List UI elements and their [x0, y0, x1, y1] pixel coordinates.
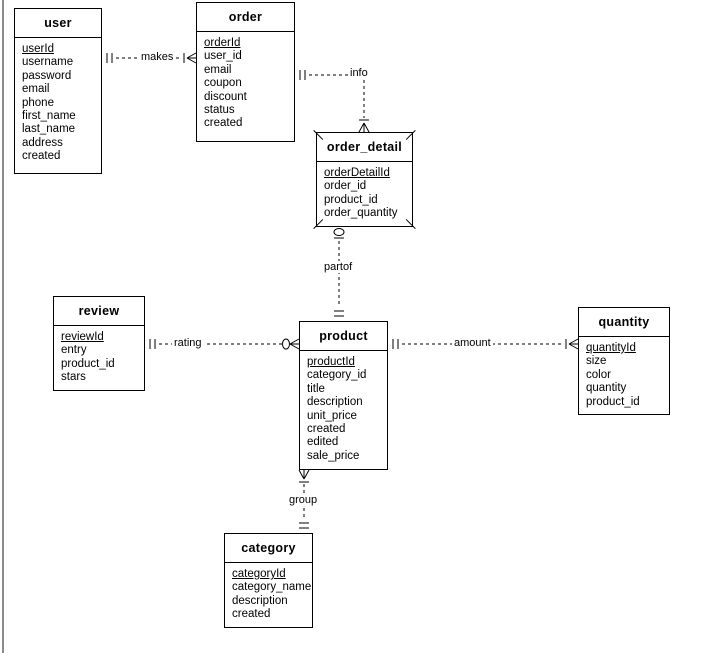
attribute-row[interactable]: description	[307, 396, 387, 409]
cardinality-from-amount	[392, 339, 399, 349]
attribute-row[interactable]: order_id	[324, 180, 412, 193]
optional-circle	[282, 338, 290, 350]
attribute-list-review: reviewId entry product_id stars	[54, 326, 144, 390]
primary-key-attribute[interactable]: orderId	[204, 37, 294, 50]
attribute-row[interactable]: product_id	[324, 194, 412, 207]
cardinality-from-rating	[149, 339, 156, 349]
entity-order_detail[interactable]: order_detail orderDetailId order_id product…	[316, 132, 413, 227]
entity-title-quantity: quantity	[579, 308, 669, 337]
optional-circle	[333, 228, 345, 236]
attribute-row[interactable]: address	[22, 137, 101, 150]
attribute-row[interactable]: quantity	[586, 382, 669, 395]
cardinality-from-partof	[333, 228, 345, 239]
entity-title-order_detail: order_detail	[317, 133, 412, 162]
attribute-list-product: productId category_id title description unit…	[300, 351, 387, 468]
relationship-label-info[interactable]: info	[348, 67, 370, 79]
relationship-label-partof[interactable]: partof	[322, 261, 355, 273]
entity-category[interactable]: category categoryId category_name descripti…	[224, 533, 313, 628]
primary-key-attribute[interactable]: quantityId	[586, 342, 669, 355]
cardinality-to-amount	[565, 338, 579, 350]
attribute-row[interactable]: created	[232, 608, 312, 621]
entity-title-category: category	[225, 534, 312, 563]
attribute-row[interactable]: edited	[307, 436, 387, 449]
crow-foot	[298, 469, 310, 480]
attribute-row[interactable]: sale_price	[307, 450, 387, 463]
attribute-row[interactable]: email	[22, 83, 101, 96]
attribute-row[interactable]: unit_price	[307, 410, 387, 423]
entity-user[interactable]: user userId username password email phone firs…	[14, 8, 102, 174]
attribute-row[interactable]: stars	[61, 371, 144, 384]
attribute-row[interactable]: created	[22, 150, 101, 163]
attribute-row[interactable]: size	[586, 355, 669, 368]
attribute-list-user: userId username password email phone first_na…	[15, 38, 101, 169]
crow-foot	[289, 338, 300, 350]
primary-key-attribute[interactable]: categoryId	[232, 568, 312, 581]
attribute-row[interactable]: status	[204, 104, 294, 117]
attribute-row[interactable]: entry	[61, 344, 144, 357]
attribute-row[interactable]: product_id	[586, 396, 669, 409]
attribute-row[interactable]: first_name	[22, 110, 101, 123]
attribute-row[interactable]: category_name	[232, 581, 312, 594]
er-diagram-canvas[interactable]: user userId username password email phone firs…	[0, 0, 710, 653]
cardinality-to-partof	[334, 310, 344, 317]
attribute-row[interactable]: coupon	[204, 77, 294, 90]
attribute-row[interactable]: username	[22, 56, 101, 69]
relationship-label-amount[interactable]: amount	[452, 337, 493, 349]
attribute-row[interactable]: product_id	[61, 358, 144, 371]
attribute-row[interactable]: user_id	[204, 50, 294, 63]
attribute-row[interactable]: discount	[204, 91, 294, 104]
cardinality-from-info	[299, 70, 306, 80]
attribute-row[interactable]: password	[22, 70, 101, 83]
primary-key-attribute[interactable]: productId	[307, 356, 387, 369]
attribute-row[interactable]: order_quantity	[324, 207, 412, 220]
primary-key-attribute[interactable]: reviewId	[61, 331, 144, 344]
attribute-list-category: categoryId category_name description create…	[225, 563, 312, 627]
attribute-row[interactable]: email	[204, 64, 294, 77]
cardinality-to-makes	[183, 52, 197, 64]
relationship-info	[299, 70, 370, 133]
crow-foot	[186, 52, 197, 64]
cardinality-from-makes	[106, 53, 113, 63]
attribute-row[interactable]: last_name	[22, 123, 101, 136]
primary-key-attribute[interactable]: orderDetailId	[324, 167, 412, 180]
entity-title-order: order	[197, 3, 294, 32]
primary-key-attribute[interactable]: userId	[22, 43, 101, 56]
relationship-label-rating[interactable]: rating	[172, 337, 204, 349]
attribute-row[interactable]: created	[307, 423, 387, 436]
attribute-list-quantity: quantityId size color quantity product_id	[579, 337, 669, 414]
cardinality-to-info	[358, 119, 370, 133]
entity-review[interactable]: review reviewId entry product_id stars	[53, 296, 145, 391]
entity-quantity[interactable]: quantity quantityId size color quantity produ…	[578, 307, 670, 415]
attribute-row[interactable]: phone	[22, 97, 101, 110]
attribute-row[interactable]: category_id	[307, 369, 387, 382]
entity-title-review: review	[54, 297, 144, 326]
cardinality-to-group	[299, 522, 309, 529]
crow-foot	[568, 338, 579, 350]
cardinality-to-rating	[282, 338, 300, 350]
attribute-list-order: orderId user_id email coupon discount status c…	[197, 32, 294, 136]
crow-foot	[358, 122, 370, 133]
attribute-list-order_detail: orderDetailId order_id product_id order_qua…	[317, 162, 412, 226]
entity-title-product: product	[300, 322, 387, 351]
cardinality-from-group	[298, 469, 310, 483]
connector-line	[309, 74, 365, 118]
entity-title-user: user	[15, 9, 101, 38]
attribute-row[interactable]: color	[586, 369, 669, 382]
entity-product[interactable]: product productId category_id title descript…	[299, 321, 388, 470]
attribute-row[interactable]: created	[204, 117, 294, 130]
relationship-label-makes[interactable]: makes	[139, 51, 176, 63]
attribute-row[interactable]: title	[307, 383, 387, 396]
entity-order[interactable]: order orderId user_id email coupon discount st…	[196, 2, 295, 142]
attribute-row[interactable]: description	[232, 595, 312, 608]
relationship-label-group[interactable]: group	[287, 494, 320, 506]
